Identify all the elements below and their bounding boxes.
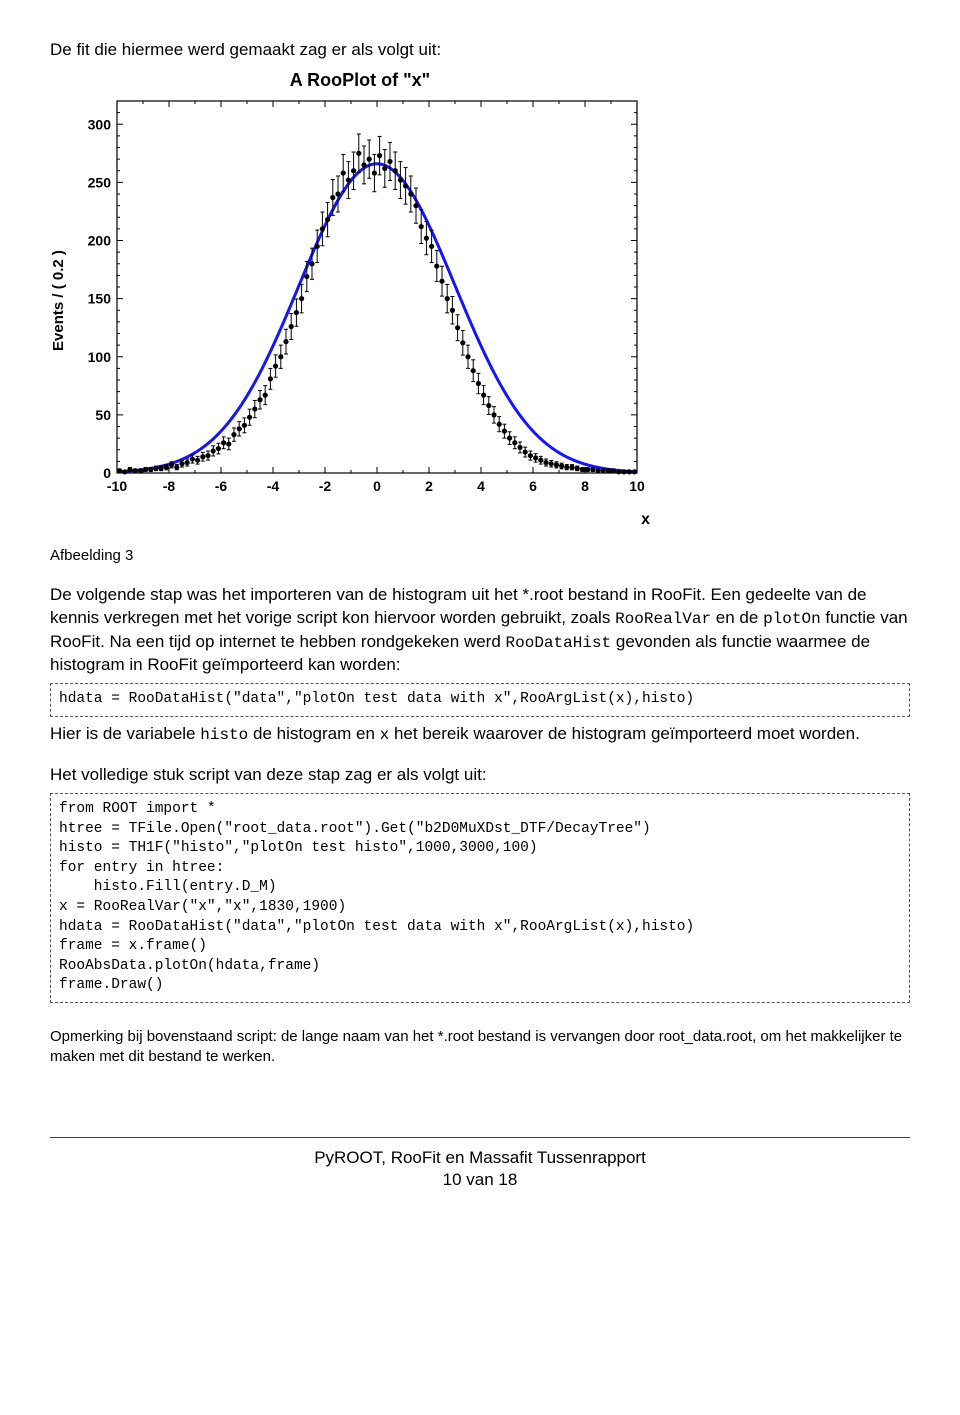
svg-text:6: 6 <box>529 478 537 494</box>
svg-text:-4: -4 <box>267 478 280 494</box>
para2-text-a: Hier is de variabele <box>50 724 200 743</box>
svg-text:2: 2 <box>425 478 433 494</box>
svg-text:10: 10 <box>629 478 645 494</box>
footer-title: PyROOT, RooFit en Massafit Tussenrapport <box>50 1147 910 1169</box>
chart: A RooPlot of "x" Events / ( 0.2 ) -10-8-… <box>50 70 910 529</box>
code-block-1: hdata = RooDataHist("data","plotOn test … <box>50 683 910 717</box>
code-inline-roodatahist: RooDataHist <box>506 634 612 652</box>
paragraph-2: Hier is de variabele histo de histogram … <box>50 723 910 747</box>
code-inline-roorealvar: RooRealVar <box>615 610 711 628</box>
paragraph-1: De volgende stap was het importeren van … <box>50 584 910 677</box>
page-footer: PyROOT, RooFit en Massafit Tussenrapport… <box>50 1147 910 1191</box>
note-text: Opmerking bij bovenstaand script: de lan… <box>50 1027 910 1068</box>
svg-text:-6: -6 <box>215 478 228 494</box>
svg-text:-2: -2 <box>319 478 332 494</box>
chart-xlabel: x <box>50 511 654 529</box>
svg-text:150: 150 <box>88 291 112 307</box>
svg-text:0: 0 <box>373 478 381 494</box>
chart-canvas: -10-8-6-4-20246810050100150200250300 <box>67 91 647 511</box>
figure-caption: Afbeelding 3 <box>50 547 910 564</box>
svg-text:300: 300 <box>88 116 112 132</box>
footer-page: 10 van 18 <box>50 1169 910 1191</box>
para2-text-c: het bereik waarover de histogram geïmpor… <box>389 724 860 743</box>
code-inline-ploton: plotOn <box>763 610 821 628</box>
chart-title: A RooPlot of "x" <box>80 70 640 91</box>
intro-text: De fit die hiermee werd gemaakt zag er a… <box>50 40 910 60</box>
svg-text:0: 0 <box>103 465 111 481</box>
code-inline-x: x <box>380 726 390 744</box>
code-block-2: from ROOT import * htree = TFile.Open("r… <box>50 793 910 1003</box>
para1-text-b: en de <box>711 608 763 627</box>
svg-text:8: 8 <box>581 478 589 494</box>
chart-ylabel: Events / ( 0.2 ) <box>50 91 67 511</box>
svg-text:-8: -8 <box>163 478 176 494</box>
svg-text:200: 200 <box>88 233 112 249</box>
svg-text:100: 100 <box>88 349 112 365</box>
para2-text-b: de histogram en <box>248 724 379 743</box>
footer-divider <box>50 1137 910 1138</box>
svg-text:250: 250 <box>88 174 112 190</box>
svg-text:50: 50 <box>95 407 111 423</box>
svg-text:4: 4 <box>477 478 485 494</box>
paragraph-3: Het volledige stuk script van deze stap … <box>50 764 910 787</box>
code-inline-histo: histo <box>200 726 248 744</box>
